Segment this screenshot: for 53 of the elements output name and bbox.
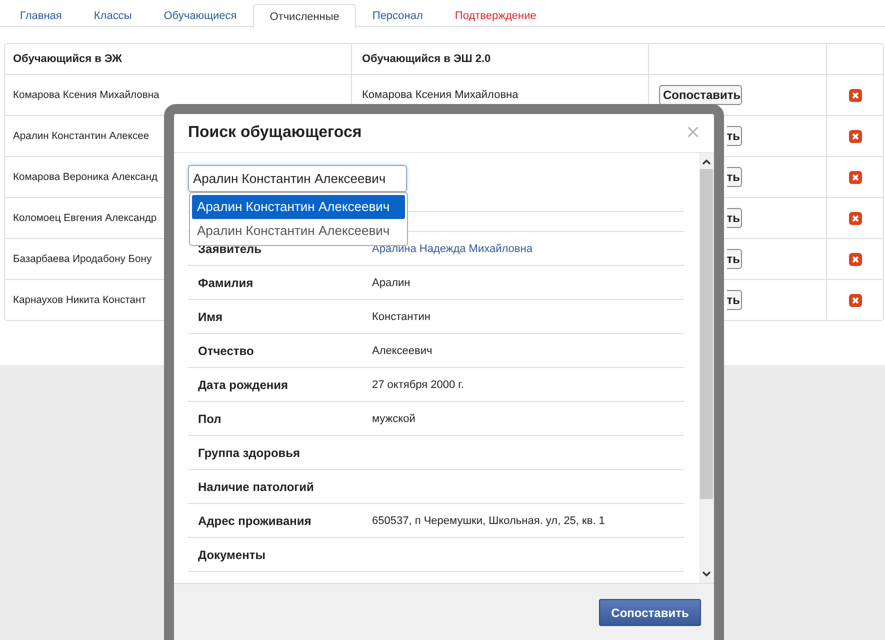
match-button[interactable]: ть xyxy=(726,249,742,269)
delete-icon[interactable] xyxy=(848,170,862,184)
match-button[interactable]: Сопоставить xyxy=(599,599,701,626)
delete-icon[interactable] xyxy=(848,88,862,102)
field-value: Аралин xyxy=(372,276,410,288)
tab[interactable]: Персонал xyxy=(356,4,439,26)
tab[interactable]: Отчисленные xyxy=(252,4,356,29)
field-value: мужской xyxy=(372,412,416,424)
delete-icon[interactable] xyxy=(848,294,862,306)
scroll-up-icon[interactable] xyxy=(702,159,711,165)
match-button[interactable]: ть xyxy=(726,290,742,310)
scrollbar[interactable] xyxy=(699,153,714,583)
delete-icon[interactable] xyxy=(848,212,862,224)
field-value: Константин xyxy=(372,310,430,322)
table-cell: Комарова Ксения Михайловна xyxy=(362,89,518,101)
field-value: 27 октября 2000 г. xyxy=(372,378,464,390)
suggestion-item[interactable]: Аралин Константин Алексеевич xyxy=(192,195,405,219)
suggestion-item[interactable]: Аралин Константин Алексеевич xyxy=(192,219,405,243)
field-label: Фамилия xyxy=(198,276,254,290)
table-cell: Комарова Ксения Михайловна xyxy=(13,90,160,100)
tab[interactable]: Подтверждение xyxy=(438,4,552,26)
match-button[interactable]: ть xyxy=(726,126,742,146)
field-label: Дата рождения xyxy=(198,378,290,392)
field-value[interactable]: Аралина Надежда Михайловна xyxy=(372,242,532,254)
field-label: Пол xyxy=(198,412,222,426)
table-cell: Коломоец Евгения Александр xyxy=(13,212,157,224)
dialog-title: Поиск обущающегося xyxy=(188,124,362,142)
search-field[interactable]: Аралин Константин Алексеевич xyxy=(188,165,407,192)
column-header: Обучающийся в ЭЖ xyxy=(5,44,352,74)
tab[interactable]: Главная xyxy=(4,4,78,26)
field-value: Алексеевич xyxy=(372,344,432,356)
delete-icon[interactable] xyxy=(848,252,862,266)
match-button[interactable]: ть xyxy=(726,167,742,187)
tab[interactable]: Классы xyxy=(78,4,148,26)
column-header: Обучающийся в ЭШ 2.0 xyxy=(352,44,648,74)
match-button[interactable]: Сопоставить xyxy=(659,85,742,105)
table-cell: Аралин Константин Алексее xyxy=(13,130,150,142)
field-label: Группа здоровья xyxy=(198,446,302,460)
table-cell: Комарова Вероника Александ xyxy=(13,172,158,182)
delete-icon[interactable] xyxy=(848,130,862,142)
field-label: Имя xyxy=(198,310,224,324)
table-cell: Базарбаева Иродабону Бону xyxy=(13,254,152,264)
field-label: Заявитель xyxy=(198,242,262,256)
field-label: Наличие патологий xyxy=(198,480,315,494)
field-value: 650537, п Черемушки, Школьная. ул, 25, кв. 1 xyxy=(372,514,605,526)
tab[interactable]: Обучающиеся xyxy=(148,4,253,26)
scroll-down-icon[interactable] xyxy=(702,571,711,577)
field-label: Отчество xyxy=(198,344,255,358)
table-cell: Карнаухов Никита Констант xyxy=(13,294,146,306)
field-label: Документы xyxy=(198,548,266,562)
match-button[interactable]: ть xyxy=(726,208,742,228)
field-label: Адрес проживания xyxy=(198,514,312,528)
scroll-thumb[interactable] xyxy=(700,169,713,499)
